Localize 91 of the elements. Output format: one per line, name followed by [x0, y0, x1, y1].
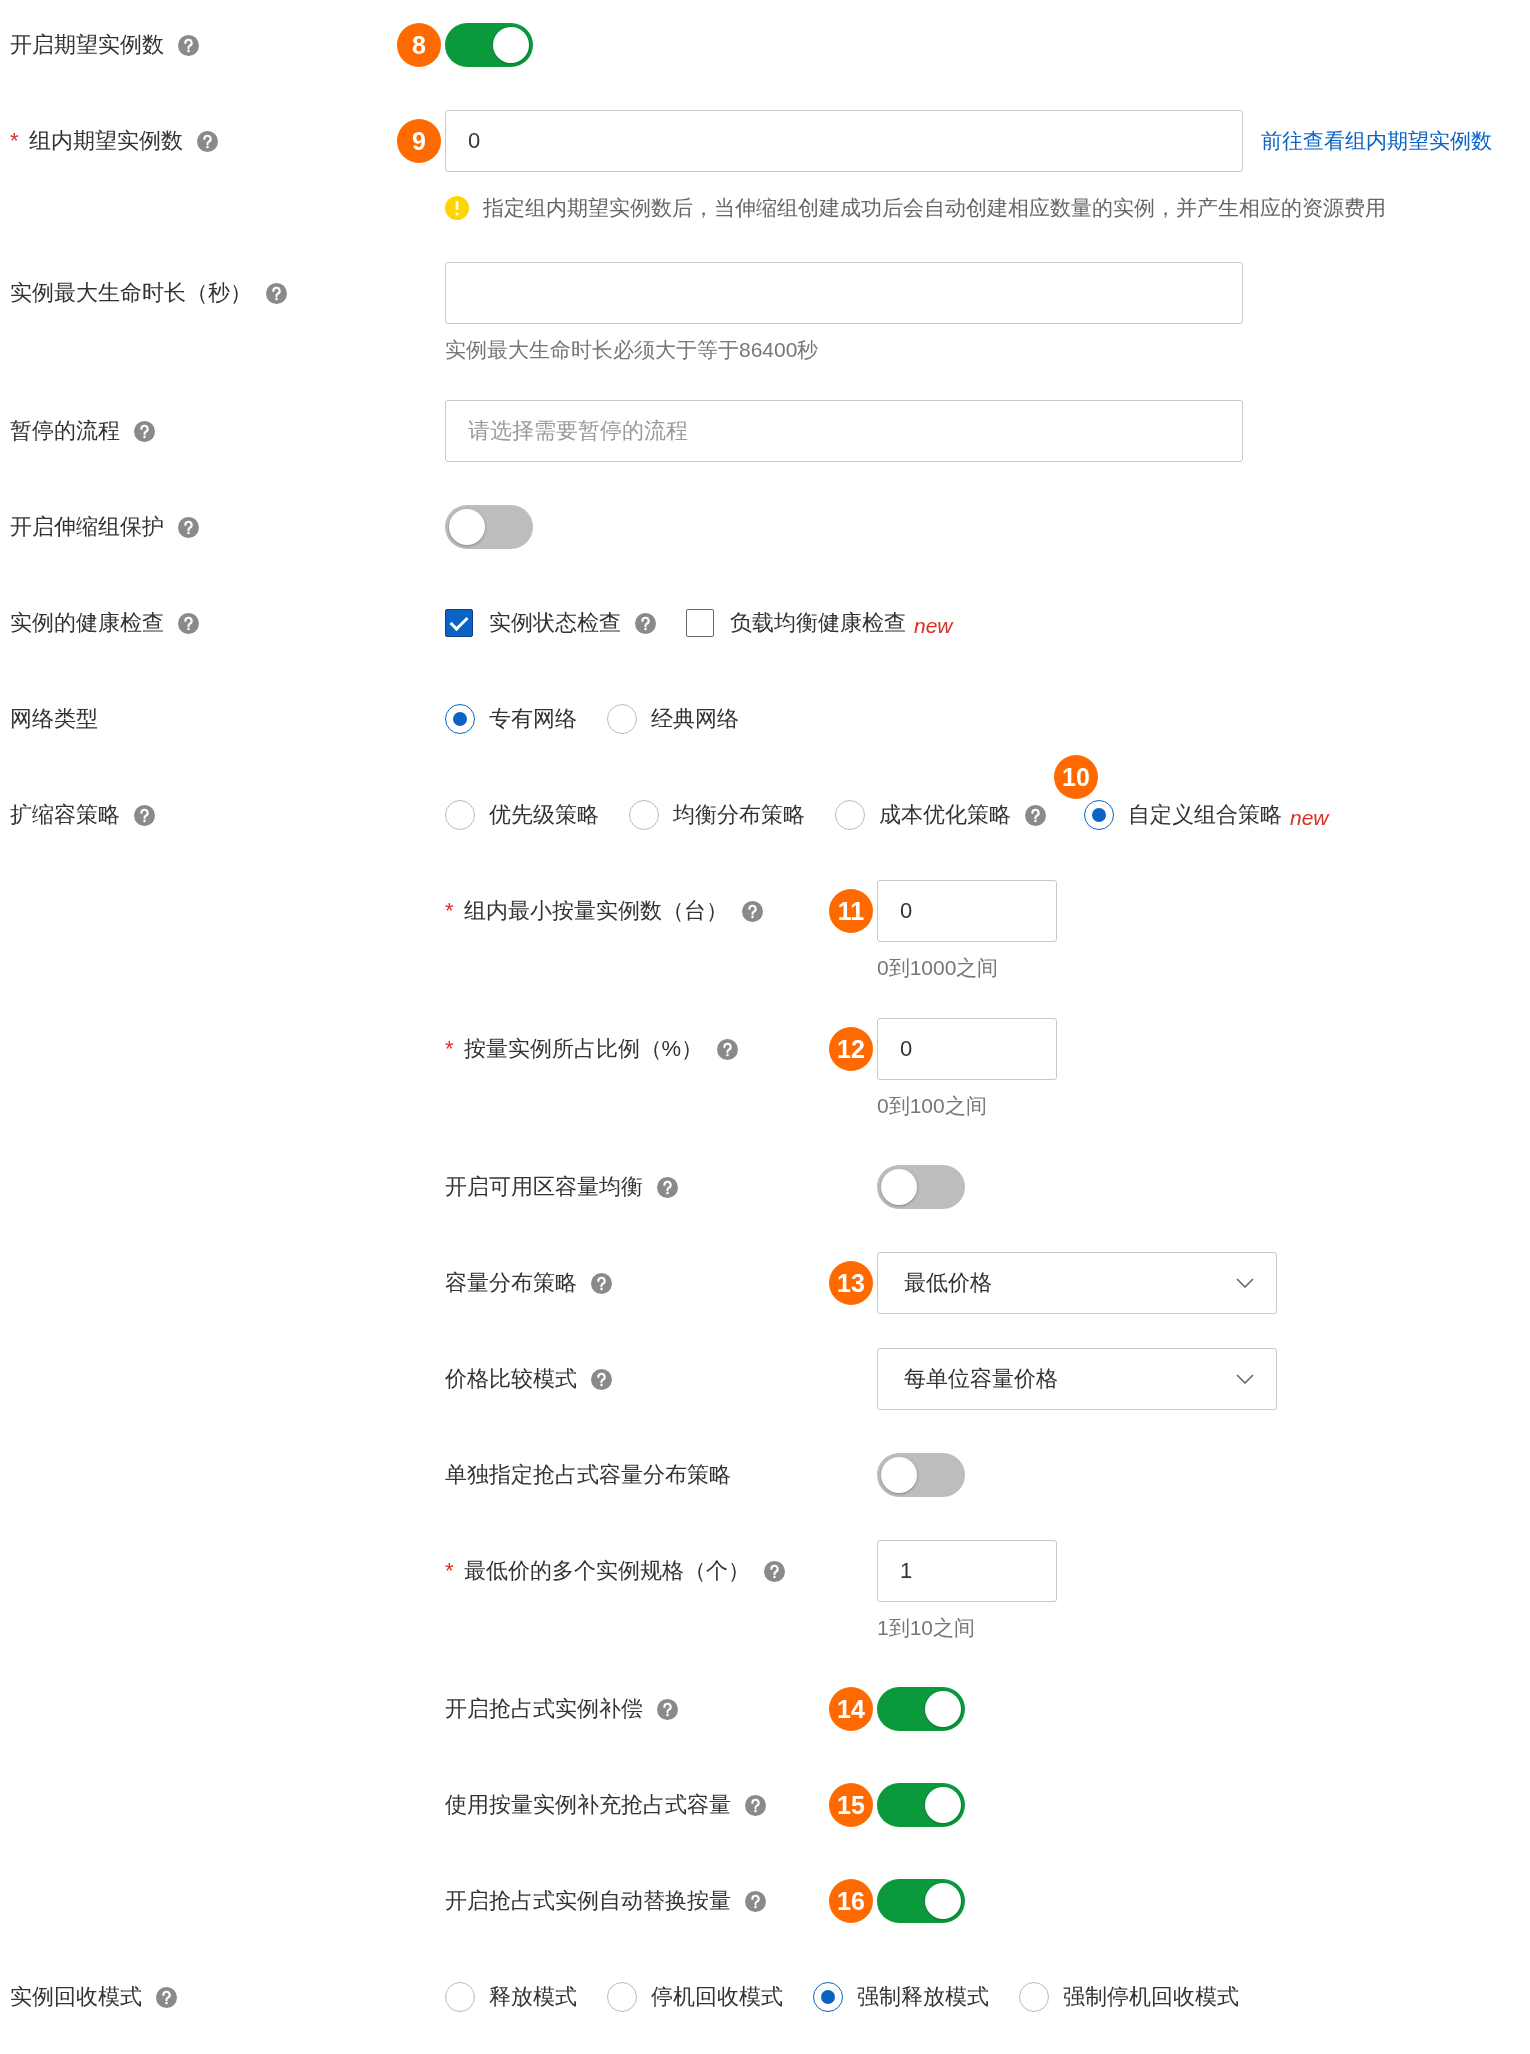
help-icon[interactable]	[266, 282, 287, 304]
option-label: 停机回收模式	[651, 1983, 783, 2011]
field-label: 容量分布策略	[445, 1269, 577, 1297]
option-label: 负载均衡健康检查	[730, 609, 906, 637]
help-icon[interactable]	[178, 612, 199, 634]
field-label: 网络类型	[10, 705, 98, 733]
checkbox[interactable]	[686, 609, 714, 637]
step-badge: 13	[829, 1261, 873, 1305]
option-label: 优先级策略	[489, 801, 599, 829]
help-icon[interactable]	[745, 1890, 766, 1912]
help-icon[interactable]	[196, 130, 218, 152]
option-label: 专有网络	[489, 705, 577, 733]
step-badge: 10	[1054, 755, 1098, 799]
help-icon[interactable]	[134, 420, 155, 442]
warning-icon	[445, 196, 469, 220]
field-label: 开启可用区容量均衡	[445, 1173, 643, 1201]
field-label: 实例回收模式	[10, 1983, 142, 2011]
required-mark: *	[445, 898, 454, 924]
field-label: 价格比较模式	[445, 1365, 577, 1393]
toggle-switch[interactable]	[877, 1879, 965, 1923]
toggle-switch[interactable]	[877, 1165, 965, 1209]
field-label: 使用按量实例补充抢占式容量	[445, 1791, 731, 1819]
hint-text: 1到10之间	[877, 1615, 977, 1641]
checkbox[interactable]	[445, 609, 473, 637]
input-field[interactable]: 1	[877, 1540, 1057, 1602]
toggle-switch[interactable]	[877, 1453, 965, 1497]
help-icon[interactable]	[178, 516, 199, 538]
help-icon[interactable]	[657, 1176, 678, 1198]
option-label: 均衡分布策略	[673, 801, 805, 829]
help-icon[interactable]	[717, 1038, 739, 1060]
field-label: 实例最大生命时长（秒）	[10, 279, 252, 307]
chevron-down-icon	[1236, 1374, 1254, 1384]
option-label: 强制释放模式	[857, 1983, 989, 2011]
help-icon[interactable]	[591, 1368, 612, 1390]
input-field[interactable]: 0	[877, 1018, 1057, 1080]
field-label: 按量实例所占比例（%）	[463, 1035, 704, 1063]
step-badge: 11	[829, 889, 873, 933]
field-label: 开启抢占式实例自动替换按量	[445, 1887, 731, 1915]
new-tag: new	[914, 614, 953, 638]
help-icon[interactable]	[635, 612, 656, 634]
toggle-switch[interactable]	[445, 505, 533, 549]
toggle-switch[interactable]	[877, 1687, 965, 1731]
step-badge: 9	[397, 119, 441, 163]
warning-text: 指定组内期望实例数后，当伸缩组创建成功后会自动创建相应数量的实例，并产生相应的资源费用	[483, 195, 1386, 221]
option-label: 经典网络	[651, 705, 739, 733]
select-dropdown[interactable]: 最低价格	[877, 1252, 1277, 1314]
input-field[interactable]	[445, 262, 1243, 324]
required-mark: *	[445, 1036, 454, 1062]
toggle-switch[interactable]	[877, 1783, 965, 1827]
step-badge: 8	[397, 23, 441, 67]
chevron-down-icon	[1236, 1278, 1254, 1288]
input-field[interactable]: 请选择需要暂停的流程	[445, 400, 1243, 462]
field-label: 组内期望实例数	[28, 127, 183, 155]
help-icon[interactable]	[178, 34, 199, 56]
help-icon[interactable]	[741, 900, 763, 922]
field-label: 实例的健康检查	[10, 609, 164, 637]
help-icon[interactable]	[1025, 804, 1046, 826]
step-badge: 15	[829, 1783, 873, 1827]
help-icon[interactable]	[657, 1698, 678, 1720]
step-badge: 12	[829, 1027, 873, 1071]
required-mark: *	[10, 128, 19, 154]
input-field[interactable]: 0	[445, 110, 1243, 172]
field-label: 开启伸缩组保护	[10, 513, 164, 541]
field-label: 暂停的流程	[10, 417, 120, 445]
step-badge: 16	[829, 1879, 873, 1923]
hint-text: 0到100之间	[877, 1093, 988, 1119]
option-label: 强制停机回收模式	[1063, 1983, 1239, 2011]
step-badge: 14	[829, 1687, 873, 1731]
option-label: 自定义组合策略	[1128, 801, 1282, 829]
help-icon[interactable]	[134, 804, 155, 826]
option-label: 实例状态检查	[489, 609, 621, 637]
field-label: 开启抢占式实例补偿	[445, 1695, 643, 1723]
hint-text: 0到1000之间	[877, 955, 1000, 981]
toggle-switch[interactable]	[445, 23, 533, 67]
help-icon[interactable]	[591, 1272, 612, 1294]
field-label: 最低价的多个实例规格（个）	[463, 1557, 750, 1585]
select-dropdown[interactable]: 每单位容量价格	[877, 1348, 1277, 1410]
view-link[interactable]: 前往查看组内期望实例数	[1261, 127, 1492, 155]
field-label: 开启期望实例数	[10, 31, 164, 59]
option-label: 释放模式	[489, 1983, 577, 2011]
help-icon[interactable]	[763, 1560, 785, 1582]
required-mark: *	[445, 1558, 454, 1584]
new-tag: new	[1290, 806, 1329, 830]
input-field[interactable]: 0	[877, 880, 1057, 942]
help-icon[interactable]	[156, 1986, 177, 2008]
field-label: 组内最小按量实例数（台）	[463, 897, 728, 925]
hint-text: 实例最大生命时长必须大于等于86400秒	[445, 337, 820, 363]
field-label: 扩缩容策略	[10, 801, 120, 829]
field-label: 单独指定抢占式容量分布策略	[445, 1461, 731, 1489]
help-icon[interactable]	[745, 1794, 766, 1816]
option-label: 成本优化策略	[879, 801, 1011, 829]
